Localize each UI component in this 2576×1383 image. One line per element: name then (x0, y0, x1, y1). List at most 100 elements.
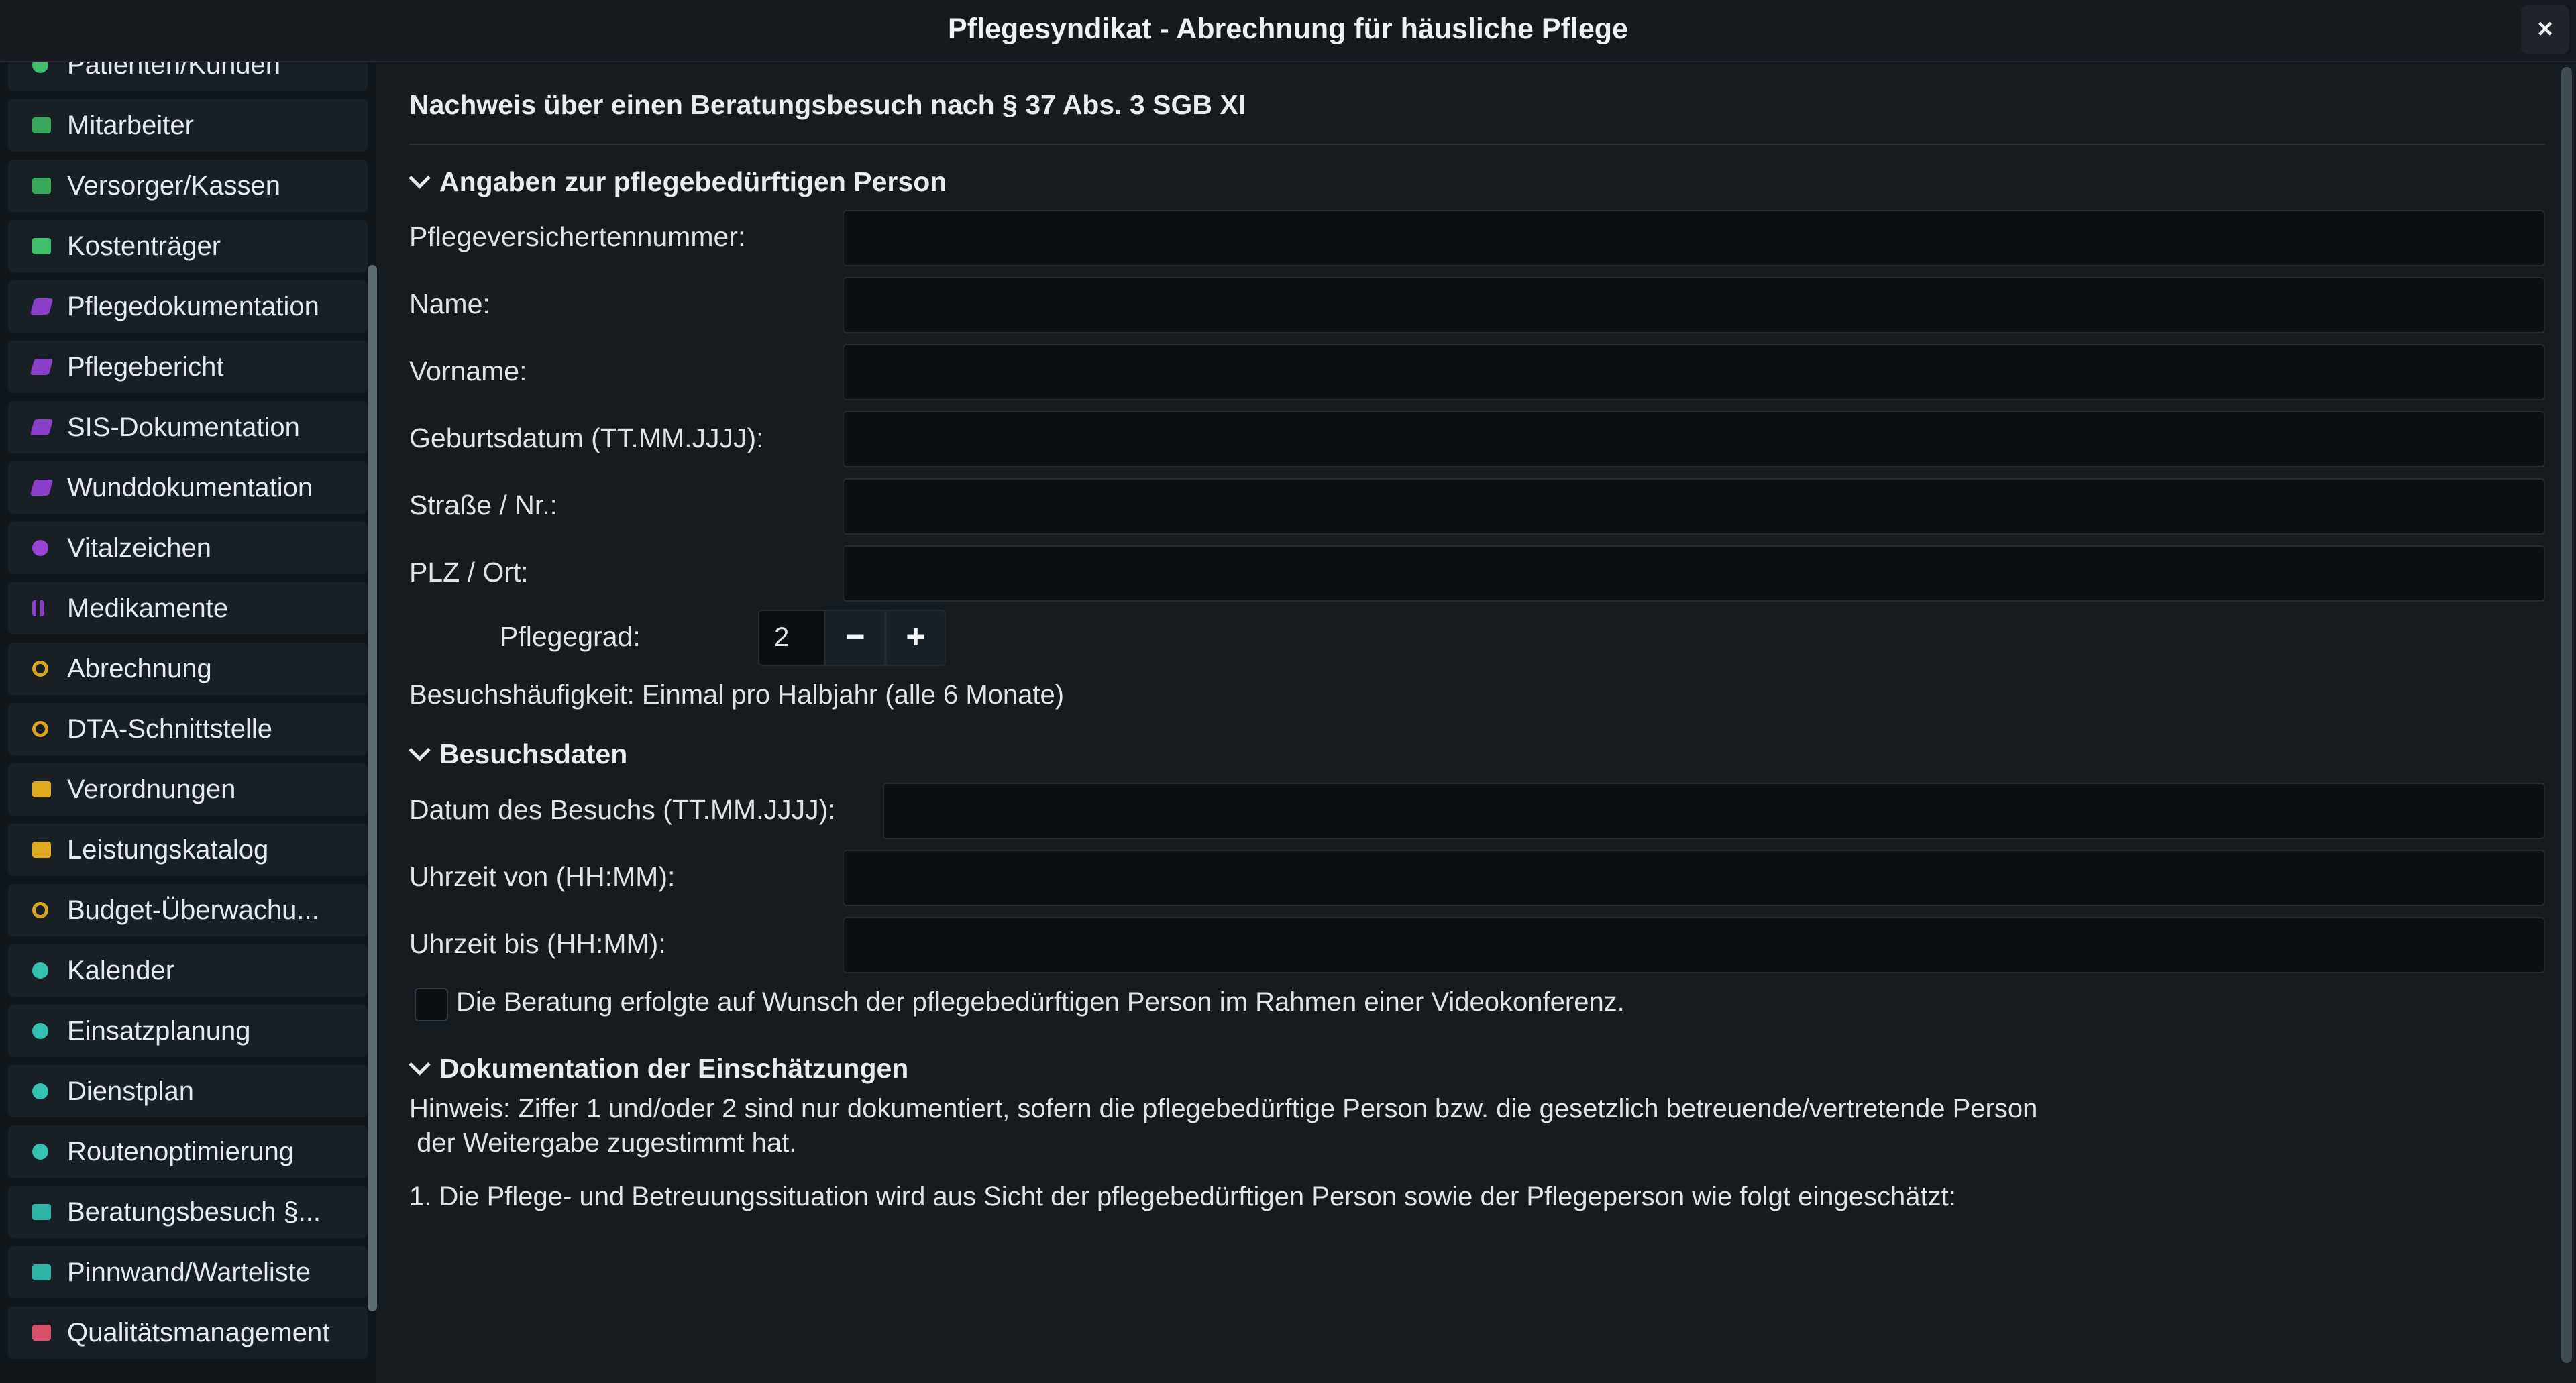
main-form: Nachweis über einen Beratungsbesuch nach… (376, 62, 2556, 1383)
coin-icon (32, 661, 48, 677)
pills-icon (32, 600, 44, 616)
sidebar-item-label: Budget-Überwachu... (67, 895, 319, 925)
card-icon (32, 1325, 51, 1341)
time-to-label: Uhrzeit bis (HH:MM): (409, 928, 666, 959)
sidebar-item-label: Qualitätsmanagement (67, 1318, 330, 1347)
section-person-title: Angaben zur pflegebedürftigen Person (439, 166, 947, 197)
birthdate-input[interactable] (843, 411, 2545, 467)
sidebar-item-label: Pflegedokumentation (67, 292, 319, 321)
section-person-header[interactable]: Angaben zur pflegebedürftigen Person (409, 166, 947, 198)
sidebar-item-verordnungen[interactable]: Verordnungen (8, 763, 368, 816)
chevron-down-icon (409, 167, 431, 189)
sidebar-item-label: Mitarbeiter (67, 111, 194, 140)
sidebar-item-label: Einsatzplanung (67, 1016, 251, 1046)
close-button[interactable]: × (2521, 5, 2569, 54)
sidebar-item-pflegebericht[interactable]: Pflegebericht (8, 341, 368, 393)
visit-date-input[interactable] (883, 783, 2545, 839)
building-icon (32, 178, 51, 194)
insurance-number-input[interactable] (843, 210, 2545, 266)
chevron-down-icon (409, 1054, 431, 1076)
card-icon (32, 781, 51, 797)
pin-icon (32, 1023, 48, 1039)
sidebar-item-wunddokumentation[interactable]: Wunddokumentation (8, 461, 368, 514)
care-level-increment-button[interactable]: + (885, 610, 946, 666)
sidebar-item-label: Patienten/Kunden (67, 62, 281, 80)
street-label: Straße / Nr.: (409, 490, 557, 520)
sidebar-item-patienten-kunden[interactable]: Patienten/Kunden (8, 62, 368, 91)
insurance-number-label: Pflegeversichertennummer: (409, 221, 746, 252)
heart-icon (32, 62, 48, 73)
puzzle-icon (30, 298, 54, 315)
sidebar-item-kostenträger[interactable]: Kostenträger (8, 220, 368, 272)
window-titlebar: Pflegesyndikat - Abrechnung für häuslich… (0, 0, 2576, 62)
card-icon (32, 238, 51, 254)
sidebar-item-label: Vitalzeichen (67, 533, 211, 563)
sidebar-item-medikamente[interactable]: Medikamente (8, 582, 368, 634)
sidebar-item-einsatzplanung[interactable]: Einsatzplanung (8, 1005, 368, 1057)
sidebar-item-dta-schnittstelle[interactable]: DTA-Schnittstelle (8, 703, 368, 755)
sidebar-item-budget-überwachu[interactable]: Budget-Überwachu... (8, 884, 368, 936)
section-assessment-title: Dokumentation der Einschätzungen (439, 1053, 909, 1084)
card-icon (32, 842, 51, 858)
sidebar-item-label: Beratungsbesuch §... (67, 1197, 321, 1227)
street-input[interactable] (843, 478, 2545, 535)
section-visit-title: Besuchsdaten (439, 738, 628, 769)
sidebar-item-abrechnung[interactable]: Abrechnung (8, 643, 368, 695)
sidebar-item-pinnwand-warteliste[interactable]: Pinnwand/Warteliste (8, 1246, 368, 1298)
sidebar-item-kalender[interactable]: Kalender (8, 944, 368, 997)
sidebar-item-dienstplan[interactable]: Dienstplan (8, 1065, 368, 1117)
video-conference-label[interactable]: Die Beratung erfolgte auf Wunsch der pfl… (456, 987, 1625, 1017)
care-level-value[interactable]: 2 (758, 610, 825, 666)
assessment-item-1: 1. Die Pflege- und Betreuungssituation w… (409, 1182, 1956, 1211)
sidebar-item-label: DTA-Schnittstelle (67, 714, 273, 744)
hint-text-line-2: der Weitergabe zugestimmt hat. (409, 1128, 797, 1158)
pin-icon (32, 1144, 48, 1160)
section-visit-header[interactable]: Besuchsdaten (409, 738, 628, 770)
sidebar-item-label: Pflegebericht (67, 352, 224, 382)
page-title: Nachweis über einen Beratungsbesuch nach… (409, 89, 1246, 120)
sidebar-item-qualitätsmanagement[interactable]: Qualitätsmanagement (8, 1307, 368, 1359)
zip-city-input[interactable] (843, 545, 2545, 602)
sidebar-item-label: Kalender (67, 956, 175, 985)
video-conference-checkbox[interactable] (415, 988, 448, 1021)
window-title: Pflegesyndikat - Abrechnung für häuslich… (948, 13, 1628, 45)
time-to-input[interactable] (843, 917, 2545, 973)
sidebar-item-label: Kostenträger (67, 231, 221, 261)
sidebar-item-vitalzeichen[interactable]: Vitalzeichen (8, 522, 368, 574)
sidebar-item-label: Abrechnung (67, 654, 212, 683)
sidebar-item-label: SIS-Dokumentation (67, 412, 300, 442)
sidebar-item-label: Medikamente (67, 594, 229, 623)
chevron-down-icon (409, 739, 431, 761)
visit-date-label: Datum des Besuchs (TT.MM.JJJJ): (409, 794, 836, 825)
first-name-label: Vorname: (409, 355, 527, 386)
name-label: Name: (409, 288, 490, 319)
pin-icon (32, 1083, 48, 1099)
pin-icon (32, 962, 48, 979)
time-from-label: Uhrzeit von (HH:MM): (409, 861, 676, 892)
puzzle-icon (30, 359, 54, 375)
visit-frequency-text: Besuchshäufigkeit: Einmal pro Halbjahr (… (409, 680, 1065, 710)
sidebar-item-leistungskatalog[interactable]: Leistungskatalog (8, 824, 368, 876)
sidebar-item-label: Dienstplan (67, 1076, 195, 1106)
section-assessment-header[interactable]: Dokumentation der Einschätzungen (409, 1053, 909, 1085)
sidebar-item-sis-dokumentation[interactable]: SIS-Dokumentation (8, 401, 368, 453)
sidebar-item-versorger-kassen[interactable]: Versorger/Kassen (8, 160, 368, 212)
zip-city-label: PLZ / Ort: (409, 557, 529, 588)
sidebar-item-mitarbeiter[interactable]: Mitarbeiter (8, 99, 368, 152)
puzzle-icon (30, 419, 54, 435)
sidebar-item-routenoptimierung[interactable]: Routenoptimierung (8, 1125, 368, 1178)
sidebar-item-pflegedokumentation[interactable]: Pflegedokumentation (8, 280, 368, 333)
coin-icon (32, 721, 48, 737)
main-scrollbar-thumb[interactable] (2561, 67, 2572, 1363)
hint-text-line-1: Hinweis: Ziffer 1 und/oder 2 sind nur do… (409, 1094, 2038, 1123)
care-level-decrement-button[interactable]: − (825, 610, 885, 666)
sidebar-item-label: Routenoptimierung (67, 1137, 294, 1166)
care-level-label: Pflegegrad: (500, 621, 641, 652)
birthdate-label: Geburtsdatum (TT.MM.JJJJ): (409, 423, 764, 453)
first-name-input[interactable] (843, 344, 2545, 400)
sidebar: Patienten/Kunden Mitarbeiter Versorger/Kas… (0, 62, 376, 1383)
time-from-input[interactable] (843, 850, 2545, 906)
name-input[interactable] (843, 277, 2545, 333)
board-icon (32, 1264, 51, 1280)
sidebar-item-beratungsbesuch[interactable]: Beratungsbesuch §... (8, 1186, 368, 1238)
